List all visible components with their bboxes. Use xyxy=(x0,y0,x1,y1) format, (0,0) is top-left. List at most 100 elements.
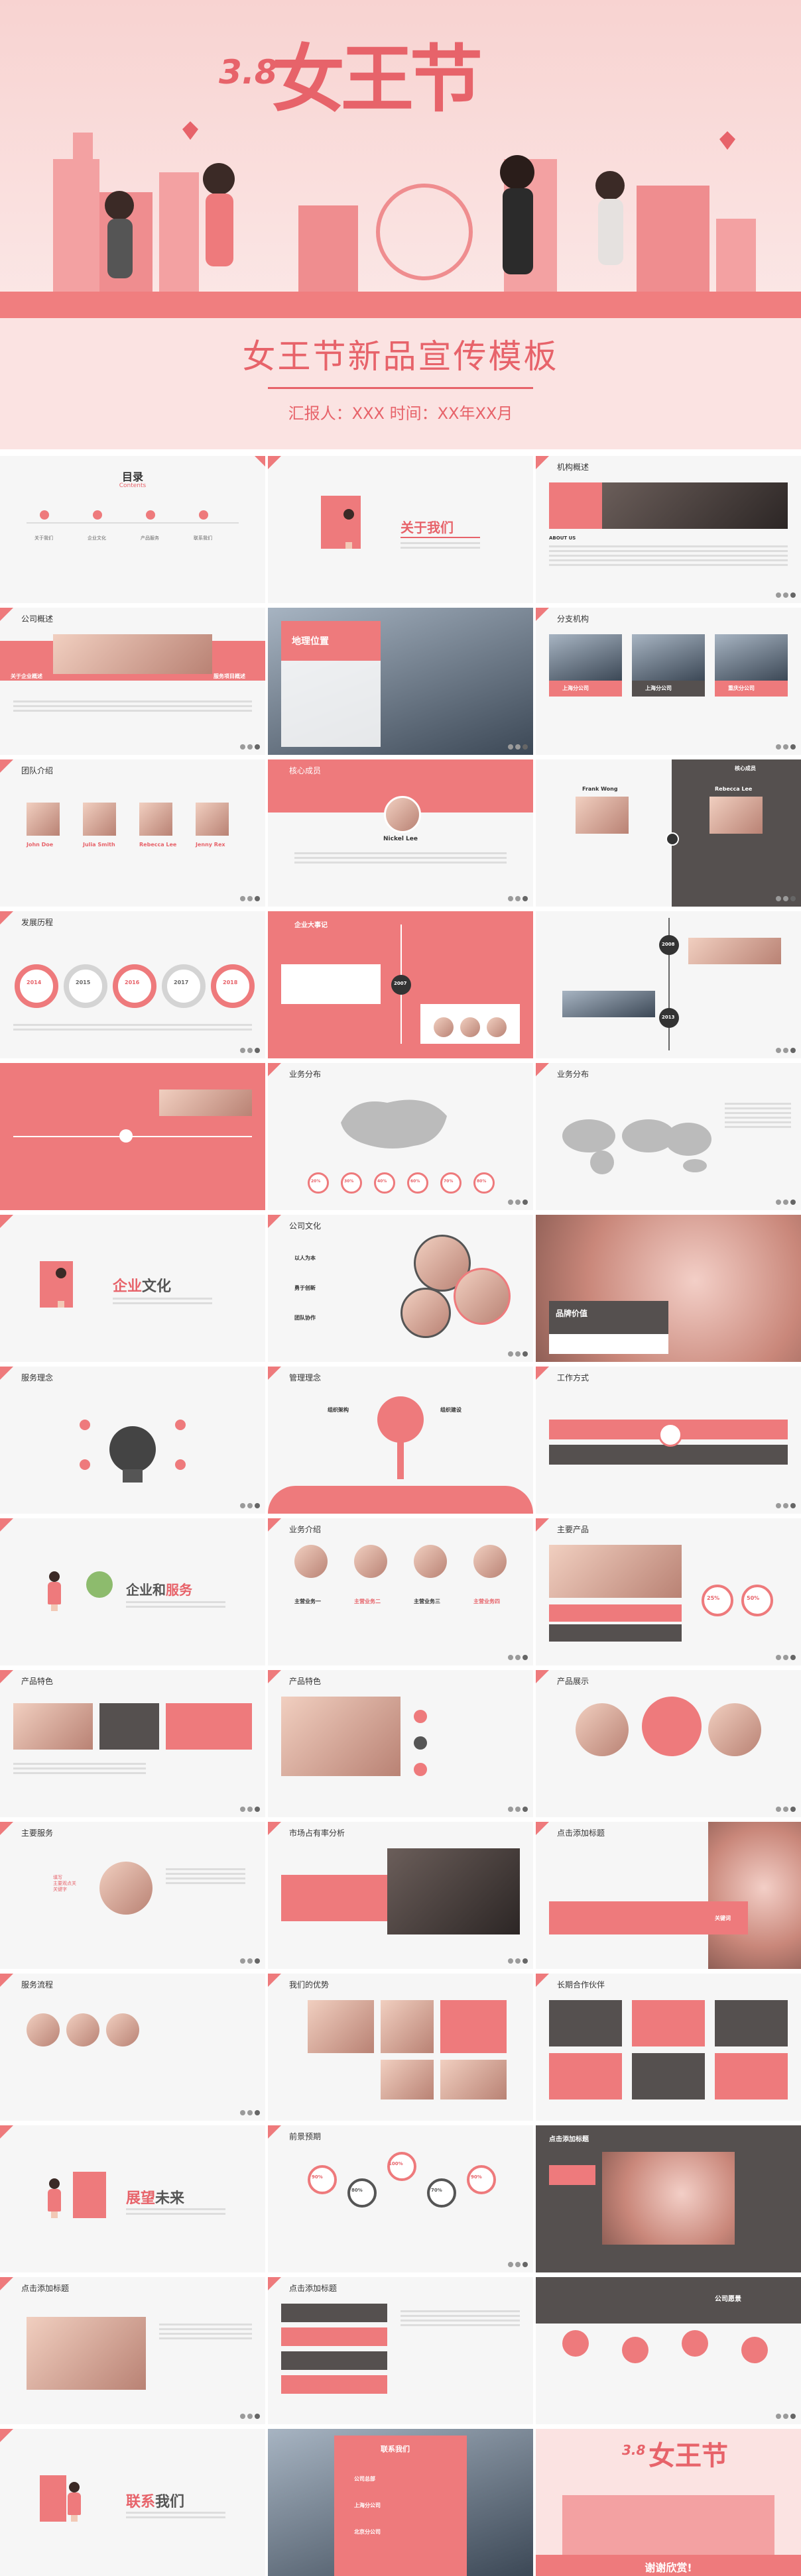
service-keyword: 填写 主要观点关 关键字 xyxy=(53,1875,76,1892)
event-photo xyxy=(562,991,655,1017)
slide-title: 核心成员 xyxy=(289,766,322,775)
slide-title: 分支机构 xyxy=(557,614,589,624)
slide-showcase[interactable]: 产品展示 xyxy=(536,1670,801,1817)
slide-add-title-3[interactable]: 点击添加标题 xyxy=(0,2277,265,2424)
slide-history[interactable]: 发展历程 2014 2015 2016 2017 2018 xyxy=(0,911,265,1058)
slide-brand[interactable]: 品牌价值 xyxy=(536,1215,801,1362)
slide-contact-cover[interactable]: 联系我们 xyxy=(0,2429,265,2576)
year-label: 2008 xyxy=(662,942,675,947)
building-illustration xyxy=(40,2475,66,2522)
corner-decoration xyxy=(536,1670,549,1683)
corner-decoration xyxy=(255,456,265,467)
slide-title: 点击添加标题 xyxy=(289,2284,338,2293)
business-photo xyxy=(354,1545,387,1578)
pink-block xyxy=(549,2165,595,2185)
page-dots xyxy=(776,744,796,750)
slide-location[interactable]: 地理位置 xyxy=(268,608,533,755)
slide-forecast[interactable]: 前景预期 90% 80% 100% 70% 90% xyxy=(268,2125,533,2272)
slide-thanks[interactable]: 3.8 女王节 谢谢欣赏! xyxy=(536,2429,801,2576)
pct-label: 50% xyxy=(747,1595,760,1601)
slide-future-cover[interactable]: 展望未来 xyxy=(0,2125,265,2272)
slide-business-cover[interactable]: 企业和服务 xyxy=(0,1518,265,1665)
slide-title: 发展历程 xyxy=(21,918,54,927)
slide-culture[interactable]: 公司文化 以人为本 勇于创新 团队协作 xyxy=(268,1215,533,1362)
slide-events[interactable]: 企业大事记 2007 xyxy=(268,911,533,1058)
slide-about-cover[interactable]: 关于我们 xyxy=(268,456,533,603)
cover-ground xyxy=(0,292,801,318)
slide-management[interactable]: 管理理念 组织架构 组织建设 xyxy=(268,1367,533,1514)
slide-add-title-2[interactable]: 点击添加标题 xyxy=(536,2125,801,2272)
page-dots xyxy=(240,744,260,750)
slide-add-title[interactable]: 点击添加标题 关键词 xyxy=(536,1822,801,1969)
business-item: 主营业务四 xyxy=(473,1598,500,1604)
corner-decoration xyxy=(536,1063,549,1076)
thanks-text: 谢谢欣赏! xyxy=(645,2561,692,2574)
step-bar xyxy=(281,2375,387,2394)
slide-title: 业务分布 xyxy=(289,1070,322,1079)
slide-flow[interactable]: 服务流程 xyxy=(0,1974,265,2121)
keyword-label: 关键词 xyxy=(715,1915,731,1921)
pct-label: 80% xyxy=(477,1179,487,1184)
slide-title: 长期合作伙伴 xyxy=(557,1980,605,1989)
page-dots xyxy=(508,1807,528,1812)
slide-culture-cover[interactable]: 企业文化 xyxy=(0,1215,265,1362)
slide-title: 点击添加标题 xyxy=(557,1828,605,1838)
text-placeholder xyxy=(126,2208,225,2217)
girl-illustration xyxy=(66,2482,82,2522)
slide-team[interactable]: 团队介绍 John Doe Julia Smith Rebecca Lee Je… xyxy=(0,759,265,907)
slide-branches[interactable]: 分支机构 上海分公司 上海分公司 重庆分公司 xyxy=(536,608,801,755)
event-photo xyxy=(460,1017,480,1037)
slide-title: 业务分布 xyxy=(557,1070,589,1079)
slide-title: 市场占有率分析 xyxy=(289,1828,345,1838)
slide-timeline[interactable]: 2008 2013 xyxy=(536,911,801,1058)
pct-label: 80% xyxy=(351,2188,363,2193)
slide-main-service[interactable]: 主要服务 填写 主要观点关 关键字 xyxy=(0,1822,265,1969)
dark-block xyxy=(99,1703,159,1750)
corner-decoration xyxy=(0,1215,13,1228)
slide-core-members-2[interactable]: Frank Wong Rebecca Lee 核心成员 xyxy=(536,759,801,907)
slide-pink-timeline[interactable] xyxy=(0,1063,265,1210)
slide-partners[interactable]: 长期合作伙伴 xyxy=(536,1974,801,2121)
pct-label: 40% xyxy=(377,1179,387,1184)
slide-service-idea[interactable]: 服务理念 xyxy=(0,1367,265,1514)
corner-decoration xyxy=(0,911,13,924)
slide-market[interactable]: 市场占有率分析 xyxy=(268,1822,533,1969)
slide-add-title-4[interactable]: 点击添加标题 xyxy=(268,2277,533,2424)
corner-decoration xyxy=(536,1822,549,1835)
feature-dot xyxy=(414,1736,427,1750)
section-title-b: 未来 xyxy=(155,2190,185,2207)
slide-org-overview[interactable]: 机构概述 ABOUT US xyxy=(536,456,801,603)
slide-products[interactable]: 主要产品 25% 50% xyxy=(536,1518,801,1665)
slide-company[interactable]: 公司概述 关于企业概述 服务项目概述 xyxy=(0,608,265,755)
feature-dot xyxy=(414,1763,427,1776)
section-title-a: 展望 xyxy=(126,2190,156,2207)
year-label: 2014 xyxy=(27,980,42,985)
pct-label: 30% xyxy=(344,1179,354,1184)
slide-business[interactable]: 业务介绍 主营业务一 主营业务二 主营业务三 主营业务四 xyxy=(268,1518,533,1665)
slide-feature-1[interactable]: 产品特色 xyxy=(0,1670,265,1817)
slide-workway[interactable]: 工作方式 xyxy=(536,1367,801,1514)
slide-toc[interactable]: 目录 Contents 关于我们 企业文化 产品服务 联系我们 xyxy=(0,456,265,603)
corner-decoration xyxy=(0,1518,13,1532)
corner-decoration xyxy=(268,1367,281,1380)
work-row xyxy=(549,1445,788,1465)
page-dots xyxy=(776,2414,796,2419)
idea-dot xyxy=(175,1459,186,1470)
slide-feature-2[interactable]: 产品特色 xyxy=(268,1670,533,1817)
mgmt-item: 组织建设 xyxy=(440,1407,462,1413)
partner-block xyxy=(549,2053,622,2100)
pink-block xyxy=(549,482,602,529)
page-dots xyxy=(240,1503,260,1508)
culture-item: 勇于创新 xyxy=(294,1285,316,1291)
slide-contact[interactable]: 联系我们 公司总部 上海分公司 北京分公司 xyxy=(268,2429,533,2576)
slide-core-member[interactable]: 核心成员 Nickel Lee xyxy=(268,759,533,907)
slide-advantage[interactable]: 我们的优势 xyxy=(268,1974,533,2121)
slide-map-china[interactable]: 业务分布 20% 30% 40% 60% 70% 80% xyxy=(268,1063,533,1210)
slide-vision[interactable]: 公司愿景 xyxy=(536,2277,801,2424)
product-photo xyxy=(549,1545,682,1598)
slide-map-world[interactable]: 业务分布 xyxy=(536,1063,801,1210)
corner-decoration xyxy=(268,1974,281,1987)
corner-decoration xyxy=(268,1822,281,1835)
pct-label: 25% xyxy=(707,1595,720,1601)
slide-title: 点击添加标题 xyxy=(21,2284,70,2293)
